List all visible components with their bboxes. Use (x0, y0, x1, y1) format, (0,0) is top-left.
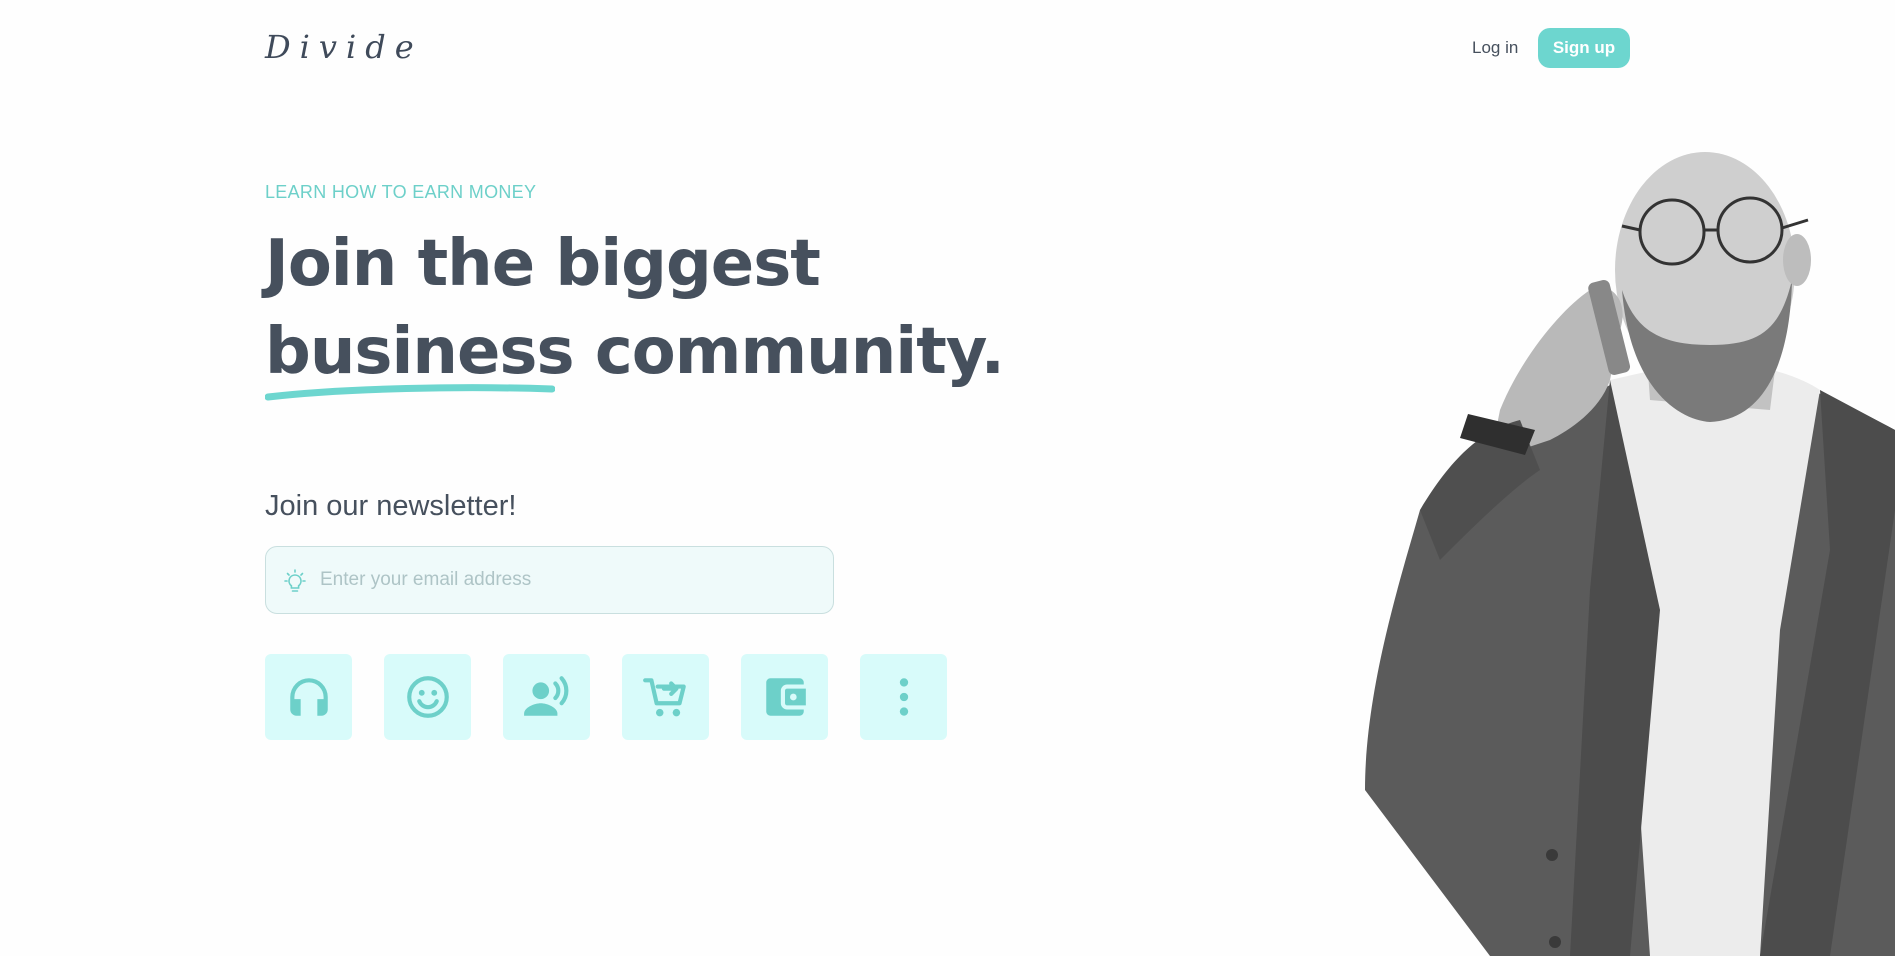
lightbulb-icon (284, 569, 306, 592)
smiley-icon (406, 676, 449, 718)
cart-tile[interactable] (622, 654, 709, 740)
smiley-tile[interactable] (384, 654, 471, 740)
login-link[interactable]: Log in (1472, 38, 1518, 58)
cart-arrow-icon (642, 678, 686, 717)
headphones-icon (289, 678, 328, 716)
headline-line-1: Join the biggest (265, 227, 821, 301)
brush-underline (265, 384, 555, 401)
wallet-tile[interactable] (741, 654, 828, 740)
email-input[interactable] (320, 547, 820, 613)
hero-eyebrow: LEARN HOW TO EARN MONEY (265, 182, 537, 202)
headline-line-2: business community. (265, 308, 1005, 401)
voice-user-tile[interactable] (503, 654, 590, 740)
businessman-photo (1365, 152, 1895, 956)
hero-headline: Join the biggest business community. (265, 220, 1005, 401)
headphones-tile[interactable] (265, 654, 352, 740)
signup-button[interactable]: Sign up (1538, 28, 1630, 68)
icon-row (265, 654, 947, 740)
more-vertical-icon (899, 678, 908, 716)
headline-line-2-rest: community. (573, 315, 1005, 389)
email-field-wrapper[interactable] (265, 546, 834, 614)
underlined-word-text: business (265, 315, 575, 389)
landing-page: Divide Log in Sign up LEARN HOW TO EARN … (0, 0, 1895, 956)
wallet-icon (765, 678, 806, 716)
logo[interactable]: Divide (265, 28, 423, 66)
more-tile[interactable] (860, 654, 947, 740)
voice-user-icon (523, 676, 568, 716)
headline-underlined-word: business (265, 308, 575, 401)
newsletter-title: Join our newsletter! (265, 490, 517, 522)
